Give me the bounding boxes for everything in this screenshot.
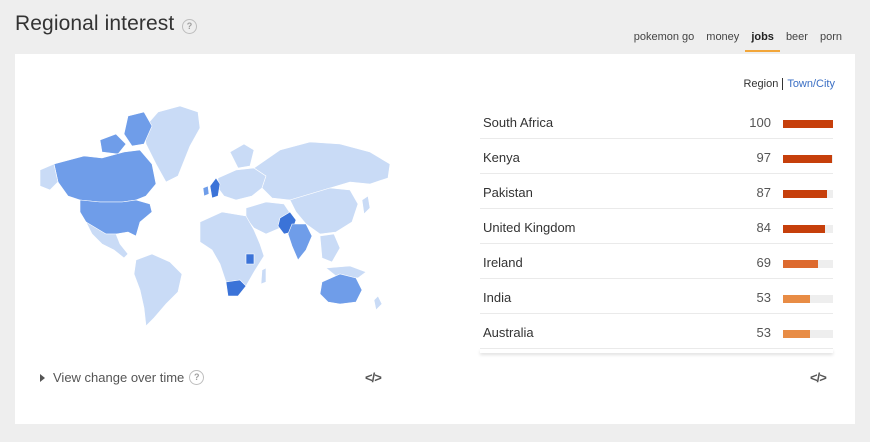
world-map-svg bbox=[39, 105, 391, 327]
tab-pokemon-go[interactable]: pokemon go bbox=[628, 31, 701, 52]
interest-bar bbox=[783, 120, 833, 128]
region-row[interactable]: United Kingdom 84 bbox=[480, 209, 833, 244]
region-row[interactable]: Australia 53 bbox=[480, 314, 833, 349]
region-value: 84 bbox=[756, 220, 771, 235]
toggle-region[interactable]: Region bbox=[743, 78, 784, 90]
region-name: Pakistan bbox=[483, 185, 533, 200]
region-name: United Kingdom bbox=[483, 220, 576, 235]
region-name: Ireland bbox=[483, 255, 523, 270]
region-value: 69 bbox=[756, 255, 771, 270]
search-term-tabs: pokemon go money jobs beer porn bbox=[628, 31, 848, 52]
map-region-ireland bbox=[202, 185, 210, 197]
region-row[interactable]: South Africa 100 bbox=[480, 104, 833, 139]
region-row[interactable]: Pakistan 87 bbox=[480, 174, 833, 209]
map-region-southeast-asia bbox=[319, 233, 341, 263]
interest-bar bbox=[783, 295, 833, 303]
region-value: 53 bbox=[756, 325, 771, 340]
region-row[interactable]: Kenya 97 bbox=[480, 139, 833, 174]
map-region-india bbox=[287, 223, 313, 261]
map-region-madagascar bbox=[260, 267, 267, 285]
region-value: 100 bbox=[749, 115, 771, 130]
expand-triangle-icon bbox=[40, 373, 45, 382]
interest-bar-fill bbox=[783, 330, 810, 338]
toggle-town-city[interactable]: Town/City bbox=[783, 78, 835, 90]
map-region-new-zealand bbox=[373, 295, 383, 311]
region-name: India bbox=[483, 290, 512, 305]
map-region-scandinavia bbox=[229, 143, 255, 169]
section-title: Regional interest bbox=[15, 12, 175, 35]
region-row[interactable]: Ireland 69 bbox=[480, 244, 833, 279]
interest-bar bbox=[783, 190, 833, 198]
region-list: South Africa 100 Kenya 97 Pakistan 87 Un… bbox=[480, 104, 833, 353]
interest-bar-fill bbox=[783, 225, 825, 233]
resolution-toggle: Region Town/City bbox=[743, 78, 835, 90]
tab-porn[interactable]: porn bbox=[814, 31, 848, 52]
region-value: 97 bbox=[756, 150, 771, 165]
map-region-japan bbox=[361, 195, 371, 215]
tab-jobs[interactable]: jobs bbox=[745, 31, 780, 52]
region-value: 87 bbox=[756, 185, 771, 200]
interest-bar bbox=[783, 155, 833, 163]
interest-bar-fill bbox=[783, 295, 810, 303]
view-change-label: View change over time bbox=[53, 370, 185, 385]
view-change-over-time[interactable]: View change over time ? bbox=[40, 370, 205, 385]
world-map[interactable] bbox=[39, 104, 395, 329]
interest-bar bbox=[783, 225, 833, 233]
regional-interest-card: View change over time ? </> Region Town/… bbox=[15, 54, 855, 424]
list-scroll-shadow bbox=[480, 349, 833, 353]
region-value: 53 bbox=[756, 290, 771, 305]
map-region-south-america bbox=[133, 253, 183, 327]
interest-bar-fill bbox=[783, 120, 833, 128]
map-region-australia bbox=[319, 273, 363, 305]
interest-bar bbox=[783, 330, 833, 338]
region-name: Kenya bbox=[483, 150, 520, 165]
region-name: Australia bbox=[483, 325, 534, 340]
region-row[interactable]: India 53 bbox=[480, 279, 833, 314]
embed-code-icon[interactable]: </> bbox=[365, 370, 382, 385]
embed-code-icon[interactable]: </> bbox=[810, 370, 827, 385]
interest-bar-fill bbox=[783, 260, 818, 268]
help-icon[interactable]: ? bbox=[189, 370, 205, 385]
map-region-canada bbox=[53, 149, 157, 203]
region-name: South Africa bbox=[483, 115, 554, 130]
tab-beer[interactable]: beer bbox=[780, 31, 814, 52]
map-region-kenya bbox=[245, 253, 255, 265]
map-region-canada-islands-2 bbox=[99, 133, 127, 155]
interest-bar-fill bbox=[783, 190, 827, 198]
map-region-europe bbox=[217, 167, 267, 201]
interest-bar-fill bbox=[783, 155, 832, 163]
help-icon[interactable]: ? bbox=[182, 19, 197, 34]
tab-money[interactable]: money bbox=[700, 31, 745, 52]
interest-bar bbox=[783, 260, 833, 268]
